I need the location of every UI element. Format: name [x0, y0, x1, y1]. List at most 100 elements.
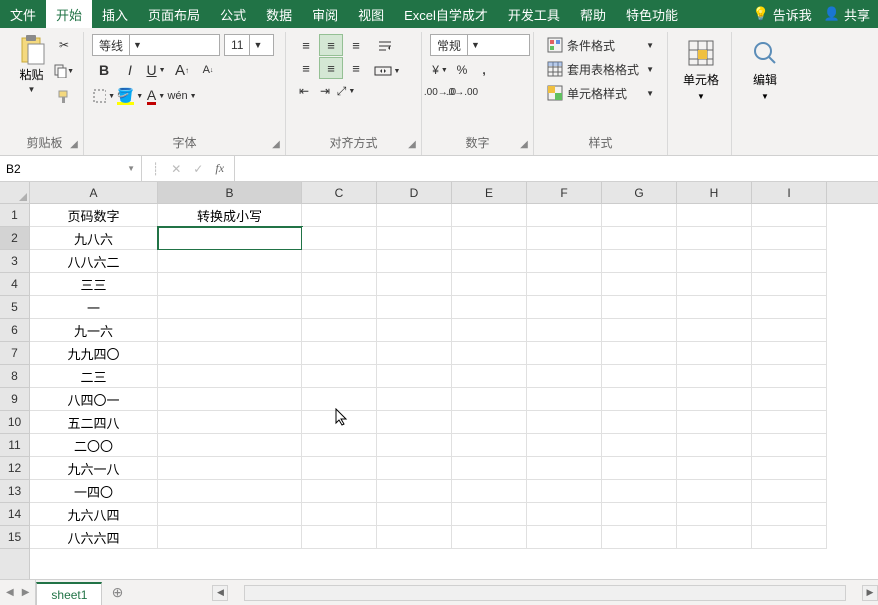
- cell-B12[interactable]: [158, 457, 302, 480]
- cell-I4[interactable]: [752, 273, 827, 296]
- cell-B9[interactable]: [158, 388, 302, 411]
- wrap-text-button[interactable]: [372, 34, 402, 58]
- chevron-down-icon[interactable]: ▼: [129, 35, 145, 55]
- cell-C9[interactable]: [302, 388, 377, 411]
- table-format-button[interactable]: 套用表格格式 ▼: [542, 58, 659, 80]
- cell-B8[interactable]: [158, 365, 302, 388]
- cell-E10[interactable]: [452, 411, 527, 434]
- cell-H15[interactable]: [677, 526, 752, 549]
- row-header-9[interactable]: 9: [0, 388, 29, 411]
- cell-A12[interactable]: 九六一八: [30, 457, 158, 480]
- cell-E14[interactable]: [452, 503, 527, 526]
- format-painter-button[interactable]: [53, 86, 75, 108]
- cell-H14[interactable]: [677, 503, 752, 526]
- cell-B13[interactable]: [158, 480, 302, 503]
- cell-G3[interactable]: [602, 250, 677, 273]
- cell-B11[interactable]: [158, 434, 302, 457]
- cell-E15[interactable]: [452, 526, 527, 549]
- cell-B7[interactable]: [158, 342, 302, 365]
- cell-E4[interactable]: [452, 273, 527, 296]
- tab-file[interactable]: 文件: [0, 0, 46, 28]
- align-right-button[interactable]: ≡: [344, 57, 368, 79]
- editing-button[interactable]: 编辑 ▼: [740, 34, 790, 106]
- cell-F9[interactable]: [527, 388, 602, 411]
- scroll-left-button[interactable]: ◀: [212, 585, 228, 601]
- phonetic-button[interactable]: wén▼: [170, 84, 194, 108]
- cell-F7[interactable]: [527, 342, 602, 365]
- chevron-down-icon[interactable]: ▼: [467, 35, 483, 55]
- row-header-2[interactable]: 2: [0, 227, 29, 250]
- col-header-F[interactable]: F: [527, 182, 602, 203]
- cell-G11[interactable]: [602, 434, 677, 457]
- cell-B14[interactable]: [158, 503, 302, 526]
- row-header-6[interactable]: 6: [0, 319, 29, 342]
- cell-F6[interactable]: [527, 319, 602, 342]
- currency-button[interactable]: ¥▼: [430, 60, 450, 80]
- tab-home[interactable]: 开始: [46, 0, 92, 28]
- cell-C6[interactable]: [302, 319, 377, 342]
- cell-G13[interactable]: [602, 480, 677, 503]
- cell-H6[interactable]: [677, 319, 752, 342]
- cell-E9[interactable]: [452, 388, 527, 411]
- cell-G8[interactable]: [602, 365, 677, 388]
- italic-button[interactable]: I: [118, 58, 142, 82]
- cell-E2[interactable]: [452, 227, 527, 250]
- row-header-5[interactable]: 5: [0, 296, 29, 319]
- col-header-B[interactable]: B: [158, 182, 302, 203]
- cut-button[interactable]: ✂: [53, 34, 75, 56]
- number-format-combo[interactable]: 常规 ▼: [430, 34, 530, 56]
- clipboard-launcher[interactable]: ◢: [67, 137, 81, 151]
- sheet-nav[interactable]: ◀ ▶: [0, 580, 36, 605]
- font-name-combo[interactable]: 等线 ▼: [92, 34, 220, 56]
- tab-data[interactable]: 数据: [256, 0, 302, 28]
- cell-I12[interactable]: [752, 457, 827, 480]
- cell-A14[interactable]: 九六八四: [30, 503, 158, 526]
- tell-me[interactable]: 告诉我: [773, 5, 812, 24]
- cell-A3[interactable]: 八八六二: [30, 250, 158, 273]
- percent-button[interactable]: %: [452, 60, 472, 80]
- cell-F8[interactable]: [527, 365, 602, 388]
- tab-features[interactable]: 特色功能: [616, 0, 688, 28]
- cell-C12[interactable]: [302, 457, 377, 480]
- row-header-8[interactable]: 8: [0, 365, 29, 388]
- cell-I7[interactable]: [752, 342, 827, 365]
- cell-C14[interactable]: [302, 503, 377, 526]
- cell-F2[interactable]: [527, 227, 602, 250]
- cell-D4[interactable]: [377, 273, 452, 296]
- cell-A9[interactable]: 八四〇一: [30, 388, 158, 411]
- font-launcher[interactable]: ◢: [269, 137, 283, 151]
- col-header-I[interactable]: I: [752, 182, 827, 203]
- cell-G12[interactable]: [602, 457, 677, 480]
- cell-A13[interactable]: 一四〇: [30, 480, 158, 503]
- cell-styles-button[interactable]: 单元格样式 ▼: [542, 82, 659, 104]
- cell-F12[interactable]: [527, 457, 602, 480]
- align-center-button[interactable]: ≡: [319, 57, 343, 79]
- cell-E3[interactable]: [452, 250, 527, 273]
- next-sheet-icon[interactable]: ▶: [22, 587, 30, 598]
- tab-review[interactable]: 审阅: [302, 0, 348, 28]
- cell-B4[interactable]: [158, 273, 302, 296]
- cell-D2[interactable]: [377, 227, 452, 250]
- font-size-combo[interactable]: 11 ▼: [224, 34, 274, 56]
- row-header-13[interactable]: 13: [0, 480, 29, 503]
- cell-A10[interactable]: 五二四八: [30, 411, 158, 434]
- cell-G9[interactable]: [602, 388, 677, 411]
- col-header-C[interactable]: C: [302, 182, 377, 203]
- cell-H4[interactable]: [677, 273, 752, 296]
- cell-B2[interactable]: [158, 227, 302, 250]
- cell-E6[interactable]: [452, 319, 527, 342]
- cell-H1[interactable]: [677, 204, 752, 227]
- cell-I2[interactable]: [752, 227, 827, 250]
- copy-button[interactable]: ▼: [53, 60, 75, 82]
- align-middle-button[interactable]: ≡: [319, 34, 343, 56]
- cell-E8[interactable]: [452, 365, 527, 388]
- cell-F13[interactable]: [527, 480, 602, 503]
- add-sheet-button[interactable]: ⊕: [102, 580, 132, 605]
- increase-indent-button[interactable]: ⇥: [315, 81, 335, 101]
- cell-B6[interactable]: [158, 319, 302, 342]
- cell-H13[interactable]: [677, 480, 752, 503]
- fx-button[interactable]: fx: [215, 161, 224, 176]
- formula-input[interactable]: [235, 156, 878, 181]
- font-color-button[interactable]: A▼: [144, 84, 168, 108]
- grow-font-button[interactable]: A↑: [170, 58, 194, 82]
